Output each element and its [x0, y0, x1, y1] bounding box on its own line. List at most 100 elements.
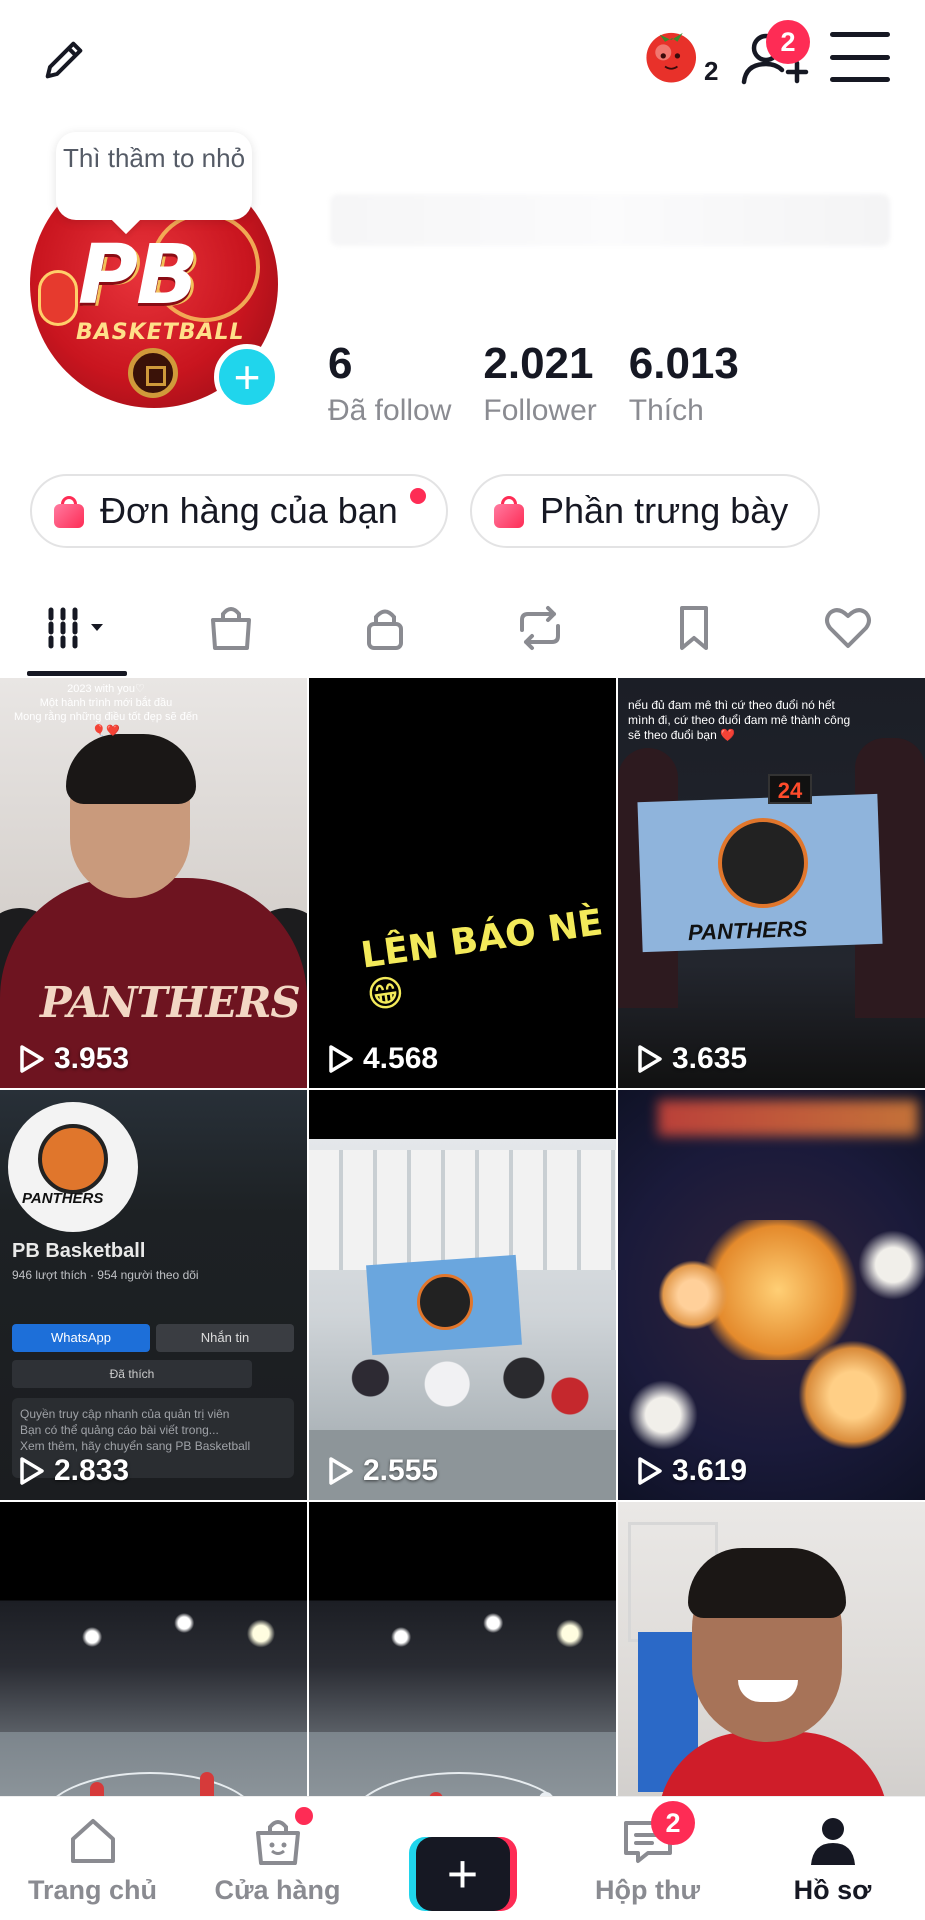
view-count-value: 4.568 — [363, 1042, 439, 1075]
video-thumbnail — [309, 1090, 616, 1500]
menu-button[interactable] — [830, 32, 890, 82]
your-orders-label: Đơn hàng của bạn — [100, 490, 398, 531]
nav-profile[interactable]: Hồ sơ — [740, 1797, 925, 1920]
nav-home[interactable]: Trang chủ — [0, 1797, 185, 1920]
whisper-label: Thì thầm to nhỏ — [62, 143, 246, 173]
whatsapp-label: WhatsApp — [12, 1324, 150, 1352]
profile-tabs — [0, 580, 925, 676]
stat-likes[interactable]: 6.013 Thích — [629, 340, 739, 432]
top-bar: 2 2 — [0, 0, 925, 115]
play-icon — [20, 1045, 44, 1073]
stat-likes-label: Thích — [628, 394, 704, 427]
bookmark-icon — [679, 606, 708, 650]
shot-clock: 24 — [768, 774, 812, 804]
avatar-logo-wordmark: BASKETBALL — [76, 320, 245, 345]
video-grid: PANTHERS 2023 with you♡ Một hành trình m… — [0, 678, 925, 1912]
video-tile[interactable]: 24 PANTHERS nếu đủ đam mê thì cứ theo đu… — [618, 678, 925, 1088]
hamburger-icon-line — [830, 32, 890, 37]
create-button[interactable]: + — [408, 1837, 517, 1911]
nav-shop-label: Cửa hàng — [214, 1875, 341, 1905]
nav-profile-label: Hồ sơ — [793, 1875, 872, 1905]
video-tile[interactable]: 2.555 — [309, 1090, 616, 1500]
page-logo-text: PANTHERS — [22, 1190, 104, 1207]
play-icon — [329, 1045, 353, 1073]
tab-shop[interactable] — [154, 580, 308, 676]
liked-label: Đã thích — [12, 1360, 252, 1388]
whisper-bubble[interactable]: Thì thầm to nhỏ — [56, 132, 252, 220]
showcase-button[interactable]: Phần trưng bày — [470, 474, 820, 548]
pencil-icon — [45, 41, 83, 79]
message-label: Nhắn tin — [156, 1324, 294, 1352]
lock-icon — [367, 609, 404, 650]
view-count-value: 3.953 — [54, 1042, 130, 1075]
banner-text: PANTHERS — [687, 915, 808, 946]
shopping-bag-icon — [494, 496, 524, 528]
tab-videos[interactable] — [0, 580, 154, 676]
showcase-label: Phần trưng bày — [540, 490, 789, 531]
edit-profile-button[interactable] — [28, 24, 100, 96]
nav-create[interactable]: + — [370, 1797, 555, 1920]
nav-inbox[interactable]: 2 Hộp thư — [555, 1797, 740, 1920]
bottom-navigation: Trang chủ Cửa hàng + 2 Hộp thư Hồ sơ — [0, 1796, 925, 1920]
tab-private[interactable] — [308, 580, 462, 676]
stat-followers[interactable]: 2.021 Follower — [483, 340, 596, 432]
stat-following-value: 6 — [328, 339, 353, 388]
your-orders-button[interactable]: Đơn hàng của bạn — [30, 474, 448, 548]
view-count-value: 2.833 — [54, 1454, 130, 1487]
video-tile[interactable]: LÊN BÁO NÈ😁 4.568 — [309, 678, 616, 1088]
avatar-logo-mark: PB — [78, 228, 199, 323]
play-icon — [20, 1457, 44, 1485]
stat-following-label: Đã follow — [328, 394, 452, 427]
nav-inbox-label: Hộp thư — [594, 1875, 701, 1905]
video-caption: LÊN BÁO NÈ😁 — [358, 902, 606, 1018]
view-count: 4.568 — [325, 1042, 438, 1076]
heart-icon — [824, 608, 871, 648]
nav-home-label: Trang chủ — [27, 1875, 157, 1905]
add-story-button[interactable]: + — [214, 344, 280, 410]
page-stats: 946 lượt thích · 954 người theo dõi — [12, 1268, 199, 1282]
view-count: 3.635 — [634, 1042, 747, 1076]
tab-saved[interactable] — [617, 580, 771, 676]
username-obscured — [330, 194, 890, 246]
home-icon — [70, 1819, 115, 1863]
stat-followers-value: 2.021 — [483, 339, 594, 388]
tomato-icon — [646, 32, 697, 83]
video-thumbnail — [618, 1090, 925, 1500]
shop-notification-dot — [295, 1807, 313, 1825]
stat-following[interactable]: 6 Đã follow — [328, 340, 451, 432]
add-friend-button[interactable]: 2 — [738, 20, 810, 92]
play-icon — [638, 1457, 662, 1485]
video-caption: nếu đủ đam mê thì cứ theo đuổi nó hết mì… — [628, 698, 851, 742]
video-tile[interactable]: PANTHERS PB Basketball 946 lượt thích · … — [0, 1090, 307, 1500]
shopping-bag-icon — [54, 496, 84, 528]
nav-shop[interactable]: Cửa hàng — [185, 1797, 370, 1920]
view-count: 2.555 — [325, 1454, 438, 1488]
shopping-bag-outline-icon — [211, 607, 252, 650]
view-count: 2.833 — [16, 1454, 129, 1488]
video-tile[interactable]: 3.619 — [618, 1090, 925, 1500]
page-name: PB Basketball — [12, 1240, 146, 1262]
inbox-badge: 2 — [651, 1801, 695, 1845]
repost-icon — [519, 606, 560, 650]
lantern-graphic — [38, 270, 78, 326]
hamburger-icon-line — [830, 54, 890, 60]
view-count-value: 3.619 — [672, 1454, 748, 1487]
tab-liked[interactable] — [771, 580, 925, 676]
coin-graphic — [128, 348, 178, 398]
video-tile[interactable]: PANTHERS 2023 with you♡ Một hành trình m… — [0, 678, 307, 1088]
stat-likes-value: 6.013 — [628, 339, 739, 388]
play-icon — [638, 1045, 662, 1073]
stat-followers-label: Follower — [483, 394, 597, 427]
profile-stats: 6 Đã follow 2.021 Follower 6.013 Thích — [328, 340, 771, 432]
plus-icon: + — [233, 351, 261, 403]
view-count: 3.953 — [16, 1042, 129, 1076]
tab-reposts[interactable] — [463, 580, 617, 676]
view-count-value: 3.635 — [672, 1042, 748, 1075]
tomato-count: 2 — [704, 56, 719, 86]
tomato-sticker-button[interactable]: 2 — [642, 24, 722, 94]
video-grid-icon — [48, 607, 104, 649]
jersey-print: PANTHERS — [40, 978, 301, 1027]
profile-icon — [810, 1818, 855, 1865]
view-count-value: 2.555 — [363, 1454, 439, 1487]
video-thumbnail: 24 PANTHERS nếu đủ đam mê thì cứ theo đu… — [618, 678, 925, 1088]
